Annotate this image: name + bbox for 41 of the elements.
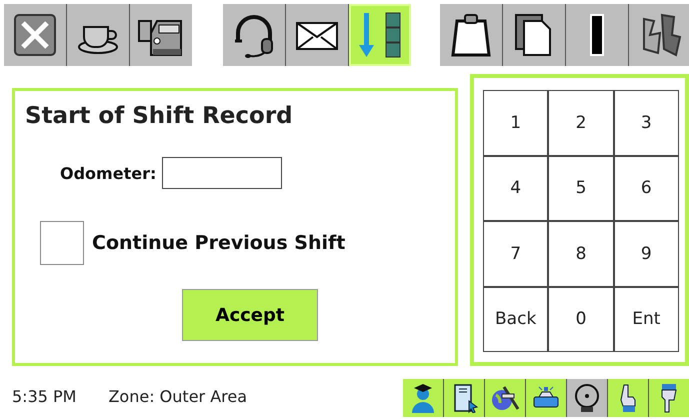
vertical-bar-icon — [590, 14, 604, 56]
toolbar-button[interactable] — [566, 4, 628, 66]
keypad-key[interactable]: 0 — [549, 288, 613, 351]
toolbar-button[interactable] — [223, 4, 285, 66]
toolbar-button[interactable] — [4, 4, 66, 66]
toolbar-button[interactable] — [130, 4, 192, 66]
odometer-label: Odometer: — [60, 164, 156, 182]
keypad-key[interactable]: 5 — [549, 156, 613, 220]
satellite-icon — [490, 383, 520, 413]
toolbar-button[interactable] — [286, 4, 348, 66]
keypad-key[interactable]: 1 — [484, 91, 548, 154]
toolbar-button[interactable] — [440, 4, 502, 66]
keypad-key[interactable]: 2 — [549, 91, 613, 154]
status-button[interactable] — [485, 379, 525, 417]
close-icon — [11, 11, 59, 59]
keypad-key[interactable]: 3 — [614, 91, 678, 154]
zone-label: Zone: Outer Area — [108, 386, 248, 406]
odometer-field[interactable] — [162, 157, 282, 189]
toolbar-button[interactable] — [503, 4, 565, 66]
checkbox[interactable] — [40, 221, 84, 265]
toolbar-button[interactable] — [67, 4, 129, 66]
accept-button[interactable]: Accept — [182, 289, 318, 341]
keypad-key[interactable]: Back — [484, 288, 548, 351]
keypad-key[interactable]: 8 — [549, 222, 613, 286]
toolbar-button[interactable] — [349, 4, 411, 66]
keypad-key[interactable]: 9 — [614, 222, 678, 286]
status-button[interactable] — [649, 379, 689, 417]
toolbar-button[interactable] — [629, 4, 689, 66]
status-button[interactable] — [403, 379, 443, 417]
status-button[interactable] — [526, 379, 566, 417]
keypad-key[interactable]: 7 — [484, 222, 548, 286]
clock-time: 5:35 PM — [12, 386, 76, 406]
form-title: Start of Shift Record — [25, 103, 294, 129]
keypad-key[interactable]: 6 — [614, 156, 678, 220]
status-button[interactable] — [444, 379, 484, 417]
bell-icon — [572, 383, 602, 413]
keypad-key[interactable]: Ent — [614, 288, 678, 351]
continue-shift-label: Continue Previous Shift — [92, 232, 346, 254]
status-button[interactable] — [608, 379, 648, 417]
keypad-key[interactable]: 4 — [484, 156, 548, 220]
status-button[interactable] — [567, 379, 607, 417]
